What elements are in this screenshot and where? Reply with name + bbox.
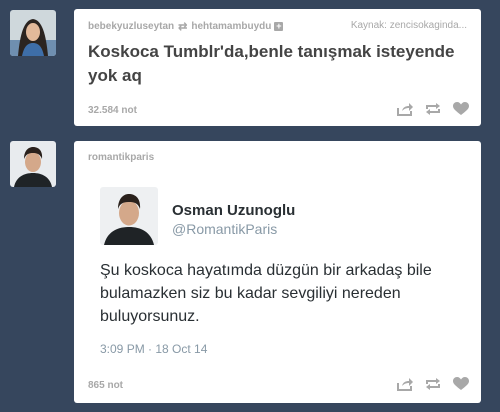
share-icon[interactable] xyxy=(397,377,413,391)
avatar-bebekyuzluseytan[interactable] xyxy=(10,10,56,56)
tweet-timestamp[interactable]: 3:09 PM · 18 Oct 14 xyxy=(100,342,207,356)
post-header: bebekyuzluseytan ⇄ hehtamambuydu + xyxy=(88,20,284,33)
plus-square-icon[interactable]: + xyxy=(274,22,284,31)
tweet-author-name[interactable]: Osman Uzunoglu xyxy=(172,202,295,219)
post-title: Koskoca Tumblr'da,benle tanışmak isteyen… xyxy=(88,42,455,85)
heart-icon[interactable] xyxy=(453,102,469,116)
post-actions xyxy=(397,377,469,391)
reblog-icon[interactable] xyxy=(425,102,441,116)
share-icon[interactable] xyxy=(397,102,413,116)
post-header: romantikparis xyxy=(88,152,154,163)
notes-count[interactable]: 865 not xyxy=(88,380,123,391)
tweet-text: Şu koskoca hayatımda düzgün bir arkadaş … xyxy=(100,262,432,325)
reblog-arrows-icon: ⇄ xyxy=(178,21,188,33)
post-card: romantikparis Osman Uzunoglu @RomantikPa… xyxy=(74,141,481,403)
tweet-author-handle[interactable]: @RomantikParis xyxy=(172,221,277,237)
avatar-romantikparis[interactable] xyxy=(10,141,56,187)
post-author-link[interactable]: bebekyuzluseytan xyxy=(88,21,174,32)
post-actions xyxy=(397,102,469,116)
tweet-avatar[interactable] xyxy=(100,187,158,245)
post-source-link[interactable]: Kaynak: zencisokaginda... xyxy=(351,20,467,31)
post-card: bebekyuzluseytan ⇄ hehtamambuydu + Kayna… xyxy=(74,9,481,126)
reblog-icon[interactable] xyxy=(425,377,441,391)
post-author-link[interactable]: romantikparis xyxy=(88,152,154,163)
heart-icon[interactable] xyxy=(453,377,469,391)
reblogged-from-link[interactable]: hehtamambuydu xyxy=(191,21,271,32)
notes-count[interactable]: 32.584 not xyxy=(88,105,137,116)
